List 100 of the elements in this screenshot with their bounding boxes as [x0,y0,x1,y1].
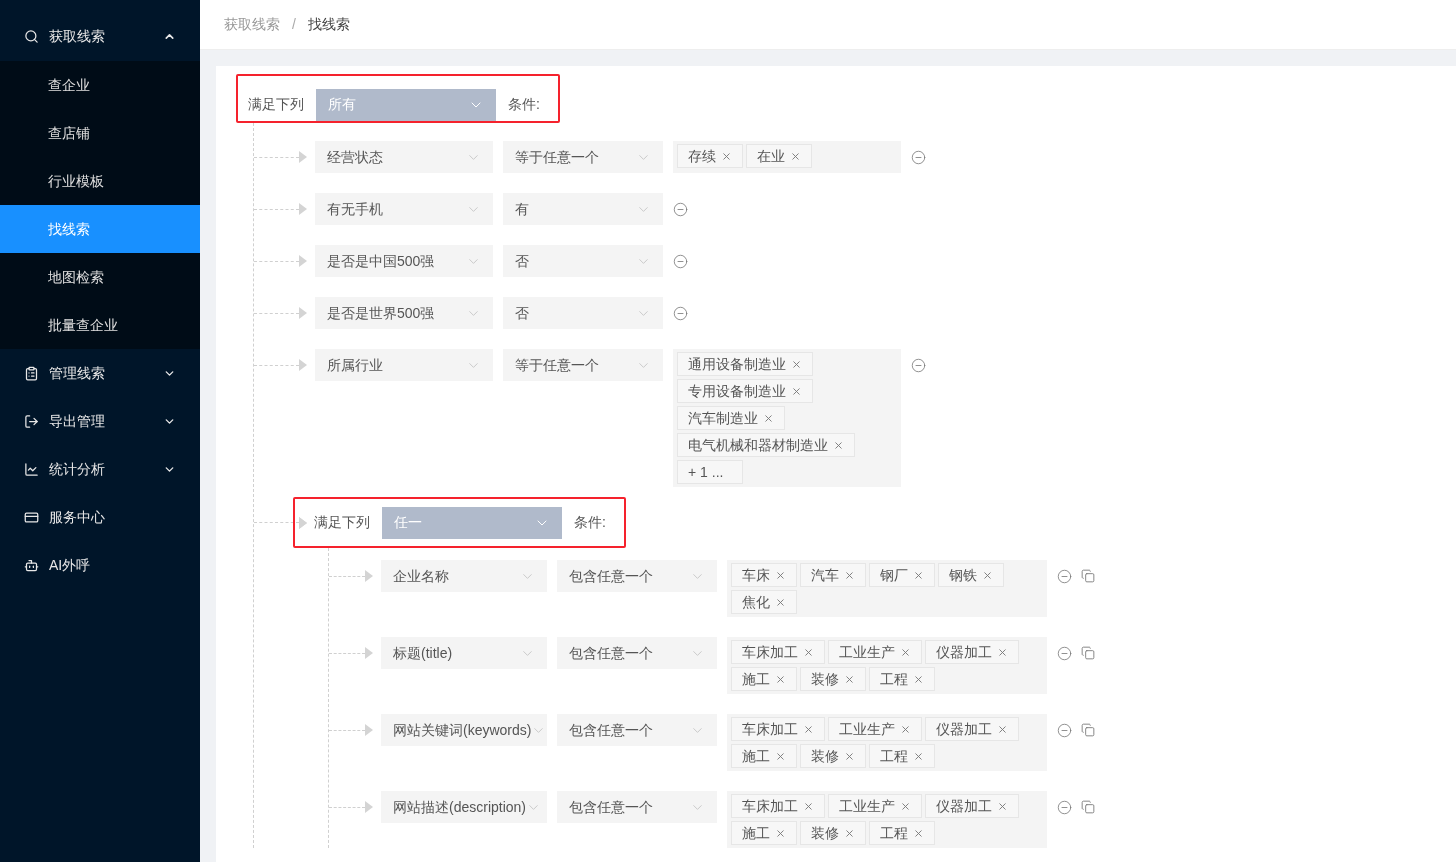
close-icon[interactable] [844,569,855,581]
close-icon[interactable] [844,827,855,839]
close-icon[interactable] [803,723,814,735]
close-icon[interactable] [791,385,802,397]
remove-icon[interactable] [673,253,688,269]
tag: 装修 [800,744,866,768]
close-icon[interactable] [997,646,1008,658]
tag-field[interactable]: 存续 在业 [673,141,901,173]
close-icon[interactable] [775,750,786,762]
tag: 工业生产 [828,717,922,741]
menu-item[interactable]: AI外呼 [0,541,200,589]
menu-item[interactable]: 服务中心 [0,493,200,541]
close-icon[interactable] [900,646,911,658]
card-icon [24,509,39,525]
close-icon[interactable] [791,358,802,370]
remove-icon[interactable] [1057,799,1072,815]
tag: 车床加工 [731,794,825,818]
remove-icon[interactable] [1057,568,1072,584]
copy-icon[interactable] [1081,646,1095,660]
remove-icon[interactable] [673,201,688,217]
select-field[interactable]: 经营状态 [315,141,493,173]
close-icon[interactable] [803,646,814,658]
close-icon[interactable] [900,800,911,812]
select-field[interactable]: 是否是世界500强 [315,297,493,329]
remove-icon[interactable] [673,305,688,321]
menu-item[interactable]: 统计分析 [0,445,200,493]
copy-icon[interactable] [1081,800,1095,814]
menu-item[interactable]: 导出管理 [0,397,200,445]
submenu-item[interactable]: 查店铺 [0,109,200,157]
tag-field[interactable]: 车床加工 工业生产 仪器加工 施工 装修 工程 [727,637,1047,694]
close-icon[interactable] [982,569,993,581]
close-icon[interactable] [790,150,801,162]
search-icon [24,29,39,44]
copy-icon[interactable] [1081,569,1095,583]
close-icon[interactable] [913,750,924,762]
tag: 仪器加工 [925,640,1019,664]
tag: 存续 [677,144,743,168]
copy-icon[interactable] [1081,723,1095,737]
select-field[interactable]: 否 [503,245,663,277]
close-icon[interactable] [775,596,786,608]
close-icon[interactable] [775,569,786,581]
close-icon[interactable] [997,723,1008,735]
select-field[interactable]: 有 [503,193,663,225]
close-icon[interactable] [844,750,855,762]
tag: 工程 [869,667,935,691]
tag-field[interactable]: 通用设备制造业 专用设备制造业 汽车制造业 电气机械和器材制造业 + 1 ... [673,349,901,487]
select-field[interactable]: 包含任意一个 [557,560,717,592]
close-icon[interactable] [913,673,924,685]
close-icon[interactable] [763,412,774,424]
submenu-item[interactable]: 查企业 [0,61,200,109]
close-icon[interactable] [913,569,924,581]
submenu-item[interactable]: 地图检索 [0,253,200,301]
remove-icon[interactable] [1057,722,1072,738]
select-field[interactable]: 等于任意一个 [503,141,663,173]
tag: 装修 [800,667,866,691]
select-field[interactable]: 有无手机 [315,193,493,225]
group-suffix: 条件: [508,95,540,114]
tag: 施工 [731,821,797,845]
remove-icon[interactable] [911,149,926,165]
tag: 工业生产 [828,794,922,818]
tag: 电气机械和器材制造业 [677,433,855,457]
select-field[interactable]: 企业名称 [381,560,547,592]
select-field[interactable]: 否 [503,297,663,329]
close-icon[interactable] [833,439,844,451]
menu-item[interactable]: 管理线索 [0,349,200,397]
select-field[interactable]: 是否是中国500强 [315,245,493,277]
submenu-item[interactable]: 行业模板 [0,157,200,205]
close-icon[interactable] [844,673,855,685]
remove-icon[interactable] [911,357,926,373]
close-icon[interactable] [913,827,924,839]
close-icon[interactable] [775,673,786,685]
submenu-item[interactable]: 批量查企业 [0,301,200,349]
tag: 焦化 [731,590,797,614]
select-field[interactable]: 包含任意一个 [557,637,717,669]
select-field[interactable]: 包含任意一个 [557,791,717,823]
close-icon[interactable] [803,800,814,812]
tag-field[interactable]: 车床加工 工业生产 仪器加工 施工 装修 工程 [727,791,1047,848]
tag-field[interactable]: 车床加工 工业生产 仪器加工 施工 装修 工程 [727,714,1047,771]
close-icon[interactable] [775,827,786,839]
tag: 钢厂 [869,563,935,587]
tag: 在业 [746,144,812,168]
close-icon[interactable] [721,150,732,162]
more-tag[interactable]: + 1 ... [677,460,743,484]
select-field[interactable]: 标题(title) [381,637,547,669]
tag: 通用设备制造业 [677,352,813,376]
select-field[interactable]: 所属行业 [315,349,493,381]
menu-item[interactable]: 获取线索 [0,0,200,61]
close-icon[interactable] [997,800,1008,812]
tag: 工程 [869,821,935,845]
select-field[interactable]: 等于任意一个 [503,349,663,381]
select-field[interactable]: 网站关键词(keywords) [381,714,547,746]
tag: 专用设备制造业 [677,379,813,403]
tag: 施工 [731,744,797,768]
tag: 车床加工 [731,717,825,741]
remove-icon[interactable] [1057,645,1072,661]
tag-field[interactable]: 车床 汽车 钢厂 钢铁 焦化 [727,560,1047,617]
tag: 施工 [731,667,797,691]
close-icon[interactable] [900,723,911,735]
select-field[interactable]: 网站描述(description) [381,791,547,823]
select-field[interactable]: 包含任意一个 [557,714,717,746]
